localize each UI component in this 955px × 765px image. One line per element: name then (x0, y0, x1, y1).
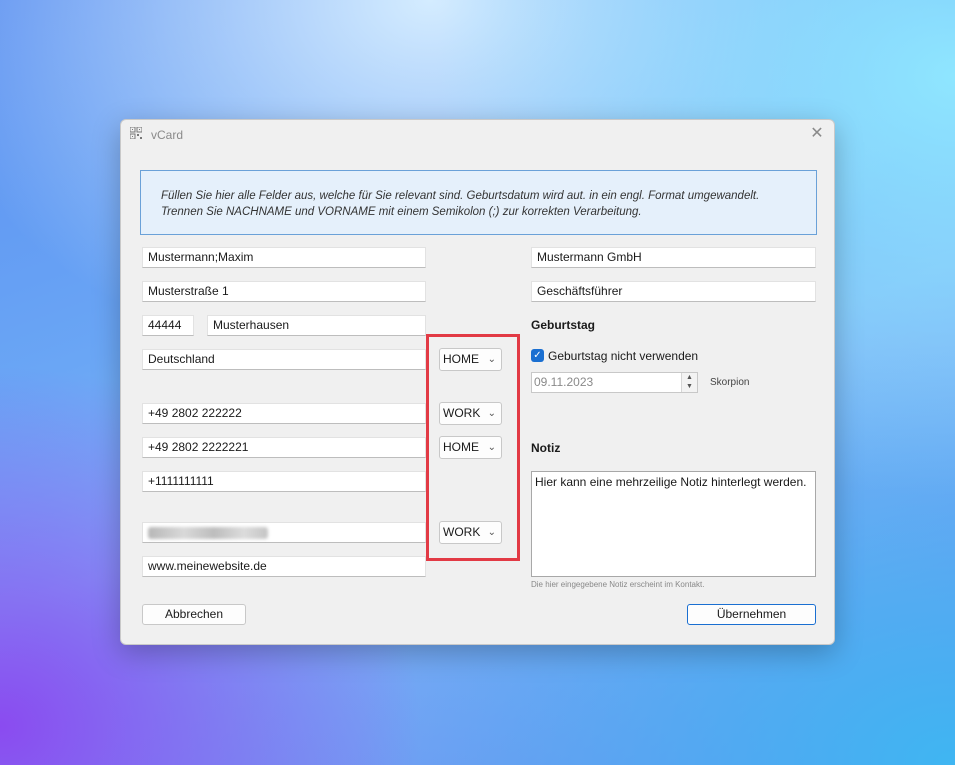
highlight-box (426, 334, 520, 561)
info-banner: Füllen Sie hier alle Felder aus, welche … (140, 170, 817, 235)
website-field[interactable]: www.meinewebsite.de (142, 556, 426, 577)
apply-button[interactable]: Übernehmen (687, 604, 816, 625)
birthday-checkbox-label[interactable]: Geburtstag nicht verwenden (548, 349, 698, 363)
redacted-email (148, 527, 268, 539)
job-title-field[interactable]: Geschäftsführer (531, 281, 816, 302)
zodiac-label: Skorpion (710, 377, 750, 388)
phone-field-2[interactable]: +49 2802 2222221 (142, 437, 426, 458)
name-field[interactable]: Mustermann;Maxim (142, 247, 426, 268)
cancel-button[interactable]: Abbrechen (142, 604, 246, 625)
street-field[interactable]: Musterstraße 1 (142, 281, 426, 302)
spin-up-icon[interactable]: ▲ (682, 373, 697, 382)
country-field[interactable]: Deutschland (142, 349, 426, 370)
vcard-dialog: vCard ✕ Füllen Sie hier alle Felder aus,… (120, 119, 835, 645)
window-title: vCard (151, 128, 184, 142)
birthday-heading: Geburtstag (531, 318, 596, 332)
phone-field-3[interactable]: +1111111111 (142, 471, 426, 492)
title-bar: vCard ✕ (121, 120, 834, 150)
info-line-1: Füllen Sie hier alle Felder aus, welche … (161, 190, 760, 202)
note-heading: Notiz (531, 441, 561, 455)
qr-code-icon (130, 127, 142, 139)
phone-field-1[interactable]: +49 2802 222222 (142, 403, 426, 424)
date-spinner[interactable]: ▲ ▼ (681, 373, 697, 392)
info-line-2: Trennen Sie NACHNAME und VORNAME mit ein… (161, 206, 642, 218)
close-icon[interactable]: ✕ (806, 124, 828, 146)
company-field[interactable]: Mustermann GmbH (531, 247, 816, 268)
city-field[interactable]: Musterhausen (207, 315, 426, 336)
birthday-date-picker[interactable]: 09.11.2023 ▲ ▼ (531, 372, 698, 393)
zip-field[interactable]: 44444 (142, 315, 194, 336)
birthday-checkbox[interactable]: ✓ (531, 349, 544, 362)
spin-down-icon[interactable]: ▼ (682, 382, 697, 391)
birthday-date-value: 09.11.2023 (534, 375, 594, 389)
note-textarea[interactable]: Hier kann eine mehrzeilige Notiz hinterl… (531, 471, 816, 577)
note-hint: Die hier eingegebene Notiz erscheint im … (531, 580, 705, 589)
